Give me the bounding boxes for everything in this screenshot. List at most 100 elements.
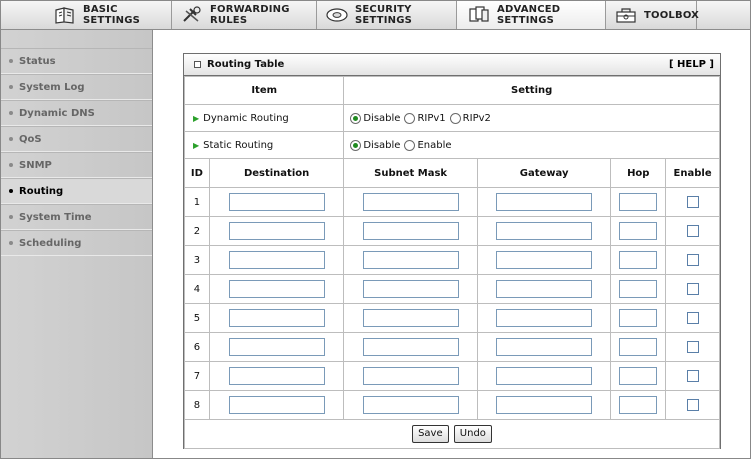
dynamic-routing-options: Disable RIPv1 RIPv2 <box>344 112 719 124</box>
disc-icon <box>325 5 349 25</box>
square-icon <box>194 61 201 68</box>
radio-label: RIPv2 <box>462 112 491 124</box>
hop-input[interactable] <box>619 251 658 269</box>
panel-header: Routing Table [ HELP ] <box>184 54 720 76</box>
gateway-input[interactable] <box>496 309 593 327</box>
arrow-right-icon: ▶ <box>193 140 200 150</box>
gateway-input[interactable] <box>496 251 593 269</box>
button-row: Save Undo <box>184 419 720 449</box>
static-routing-enable-radio[interactable] <box>404 139 416 151</box>
hop-input[interactable] <box>619 222 658 240</box>
col-subnet-mask: Subnet Mask <box>343 158 478 188</box>
table-row: 8 <box>184 390 720 420</box>
enable-checkbox[interactable] <box>686 254 699 266</box>
subnet-mask-input[interactable] <box>362 396 459 414</box>
sidebar-item-label: Status <box>19 55 56 67</box>
destination-input[interactable] <box>228 309 325 327</box>
sidebar-item-routing[interactable]: Routing <box>1 178 152 204</box>
gateway-input[interactable] <box>496 280 593 298</box>
subnet-mask-input[interactable] <box>362 251 459 269</box>
bullet-icon <box>9 241 13 245</box>
help-link[interactable]: [ HELP ] <box>669 59 714 70</box>
row-id: 7 <box>184 361 210 391</box>
destination-input[interactable] <box>228 280 325 298</box>
static-routing-options: Disable Enable <box>344 139 719 151</box>
dynamic-routing-row: ▶ Dynamic Routing Disable RIPv1 RIPv2 <box>183 104 720 132</box>
tab-label: BASIC SETTINGS <box>83 4 141 26</box>
bullet-icon <box>9 189 13 193</box>
subnet-mask-input[interactable] <box>362 338 459 356</box>
subnet-mask-input[interactable] <box>362 193 459 211</box>
static-routing-row: ▶ Static Routing Disable Enable <box>183 131 720 159</box>
row-id: 1 <box>184 187 210 217</box>
tools-icon <box>180 5 204 25</box>
dynamic-routing-ripv1-radio[interactable] <box>404 112 416 124</box>
radio-label: Disable <box>363 112 401 124</box>
sidebar-item-system-log[interactable]: System Log <box>1 74 152 100</box>
hop-input[interactable] <box>619 193 658 211</box>
row-id: 5 <box>184 303 210 333</box>
tab-forwarding-rules[interactable]: FORWARDING RULES <box>172 1 317 29</box>
destination-input[interactable] <box>228 193 325 211</box>
undo-button[interactable]: Undo <box>453 425 492 443</box>
gateway-input[interactable] <box>496 396 593 414</box>
subnet-mask-input[interactable] <box>362 367 459 385</box>
hop-input[interactable] <box>619 367 658 385</box>
subnet-mask-input[interactable] <box>362 222 459 240</box>
static-routing-label: Static Routing <box>203 139 274 151</box>
enable-checkbox[interactable] <box>686 399 699 411</box>
col-hop: Hop <box>610 158 667 188</box>
bullet-icon <box>9 163 13 167</box>
gateway-input[interactable] <box>496 222 593 240</box>
row-id: 2 <box>184 216 210 246</box>
table-row: 1 <box>184 187 720 217</box>
sidebar-item-status[interactable]: Status <box>1 48 152 74</box>
sidebar-item-dynamic-dns[interactable]: Dynamic DNS <box>1 100 152 126</box>
destination-input[interactable] <box>228 367 325 385</box>
enable-checkbox[interactable] <box>686 196 699 208</box>
subnet-mask-input[interactable] <box>362 280 459 298</box>
destination-input[interactable] <box>228 222 325 240</box>
tab-security-settings[interactable]: SECURITY SETTINGS <box>317 1 457 29</box>
hop-input[interactable] <box>619 309 658 327</box>
save-button[interactable]: Save <box>412 425 449 443</box>
destination-input[interactable] <box>228 338 325 356</box>
sidebar-item-label: System Time <box>19 211 92 223</box>
destination-input[interactable] <box>228 251 325 269</box>
sidebar-item-label: QoS <box>19 133 42 145</box>
enable-checkbox[interactable] <box>686 225 699 237</box>
subnet-mask-input[interactable] <box>362 309 459 327</box>
row-id: 6 <box>184 332 210 362</box>
tab-advanced-settings[interactable]: ADVANCED SETTINGS <box>457 1 606 29</box>
setting-header: Setting <box>343 76 720 105</box>
gateway-input[interactable] <box>496 367 593 385</box>
hop-input[interactable] <box>619 280 658 298</box>
tab-toolbox[interactable]: TOOLBOX <box>606 1 699 29</box>
sidebar-item-qos[interactable]: QoS <box>1 126 152 152</box>
hop-input[interactable] <box>619 338 658 356</box>
enable-checkbox[interactable] <box>686 341 699 353</box>
static-routing-disable-radio[interactable] <box>350 139 362 151</box>
col-destination: Destination <box>208 158 345 188</box>
enable-checkbox[interactable] <box>686 370 699 382</box>
arrow-right-icon: ▶ <box>193 113 200 123</box>
row-id: 3 <box>184 245 210 275</box>
sidebar-item-label: Scheduling <box>19 237 82 249</box>
table-row: 5 <box>184 303 720 333</box>
table-row: 4 <box>184 274 720 304</box>
enable-checkbox[interactable] <box>686 312 699 324</box>
sidebar-item-scheduling[interactable]: Scheduling <box>1 230 152 256</box>
sidebar-item-system-time[interactable]: System Time <box>1 204 152 230</box>
hop-input[interactable] <box>619 396 658 414</box>
sidebar-item-snmp[interactable]: SNMP <box>1 152 152 178</box>
book-icon <box>53 5 77 25</box>
gateway-input[interactable] <box>496 338 593 356</box>
enable-checkbox[interactable] <box>686 283 699 295</box>
dynamic-routing-ripv2-radio[interactable] <box>449 112 461 124</box>
table-row: 7 <box>184 361 720 391</box>
dynamic-routing-disable-radio[interactable] <box>350 112 362 124</box>
table-row: 2 <box>184 216 720 246</box>
tab-basic-settings[interactable]: BASIC SETTINGS <box>1 1 172 29</box>
gateway-input[interactable] <box>496 193 593 211</box>
destination-input[interactable] <box>228 396 325 414</box>
